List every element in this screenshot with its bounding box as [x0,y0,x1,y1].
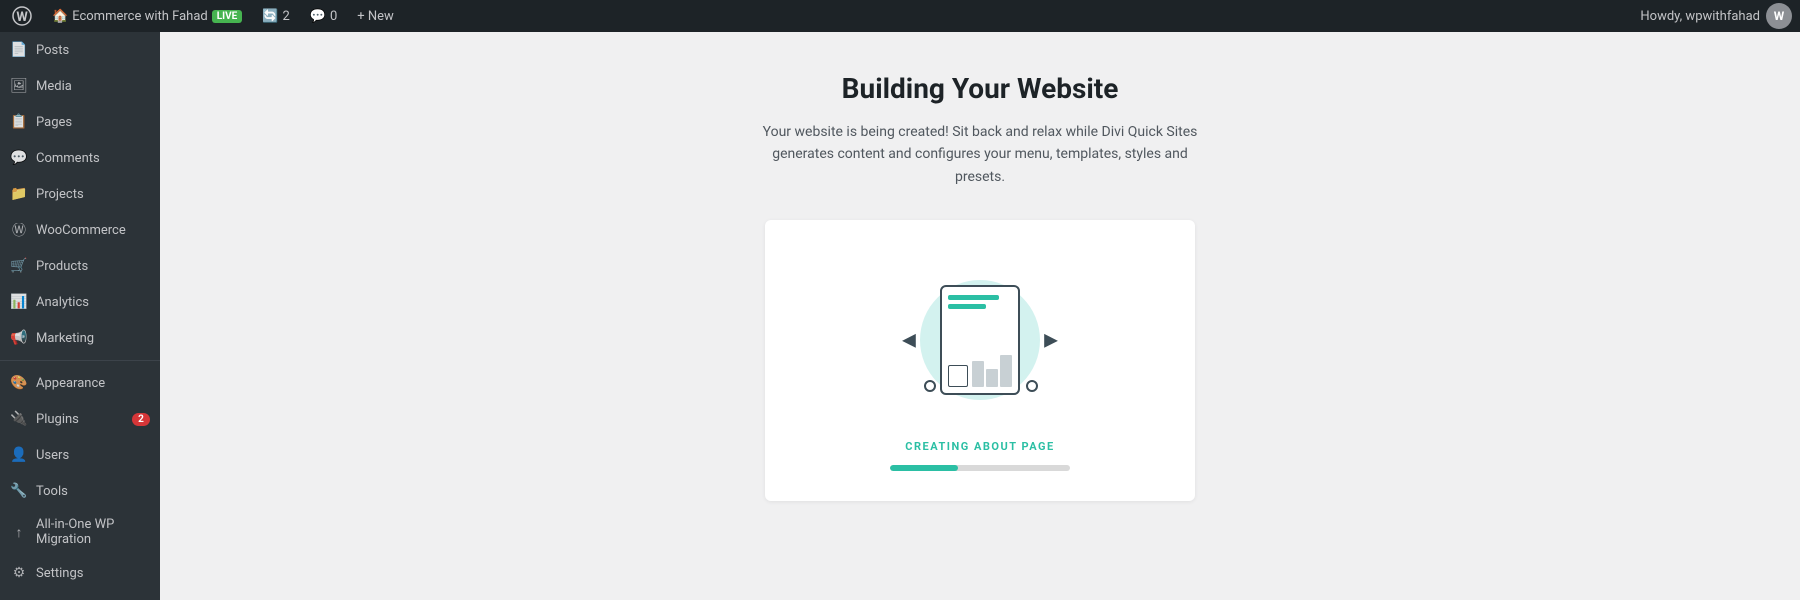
analytics-icon: 📊 [10,293,28,311]
updates-count: 2 [282,9,289,24]
sidebar-item-tools[interactable]: 🔧 Tools [0,473,160,509]
build-card: ◀ ▶ [765,220,1195,501]
sidebar-item-appearance[interactable]: 🎨 Appearance [0,365,160,401]
page-subtitle: Your website is being created! Sit back … [760,121,1200,188]
device-line-1 [948,295,999,300]
sidebar-label-marketing: Marketing [36,331,150,346]
woocommerce-icon: Ⓦ [10,221,28,239]
main-content: Building Your Website Your website is be… [160,32,1800,600]
new-label: + New [357,9,394,24]
comments-count: 0 [330,9,337,24]
arrow-left-icon: ◀ [902,330,916,351]
appearance-icon: 🎨 [10,374,28,392]
new-item[interactable]: + New [349,0,402,32]
sidebar-item-posts[interactable]: 📄 Posts [0,32,160,68]
device-bar-3 [1000,355,1012,387]
device-bar-2 [986,369,998,387]
plugins-icon: 🔌 [10,410,28,428]
tools-icon: 🔧 [10,482,28,500]
svg-text:W: W [16,10,28,25]
users-icon: 👤 [10,446,28,464]
howdy-text: Howdy, wpwithfahad [1640,9,1760,24]
dot-left [924,380,936,392]
sidebar-label-posts: Posts [36,43,150,58]
status-label: CREATING ABOUT PAGE [905,440,1054,453]
products-icon: 🛒 [10,257,28,275]
progress-fill [890,465,958,471]
sidebar-item-woocommerce[interactable]: Ⓦ WooCommerce [0,212,160,248]
avatar[interactable]: W [1766,3,1792,29]
sidebar-item-pages[interactable]: 📋 Pages [0,104,160,140]
sidebar-item-users[interactable]: 👤 Users [0,437,160,473]
progress-bar-wrap [890,465,1070,471]
sidebar-label-plugins: Plugins [36,412,124,427]
sidebar-item-comments[interactable]: 💬 Comments [0,140,160,176]
comments-icon: 💬 [310,9,326,24]
sidebar-item-settings[interactable]: ⚙ Settings [0,555,160,591]
sidebar-label-tools: Tools [36,484,150,499]
sidebar-label-projects: Projects [36,187,150,202]
sidebar-item-products[interactable]: 🛒 Products [0,248,160,284]
sidebar-label-settings: Settings [36,566,150,581]
sidebar-separator [0,360,160,361]
device-bars [972,355,1012,387]
device-frame [940,285,1020,395]
sidebar-item-analytics[interactable]: 📊 Analytics [0,284,160,320]
sidebar-label-allinone: All-in-One WP Migration [36,517,150,547]
sidebar-item-allinone[interactable]: ↑ All-in-One WP Migration [0,509,160,555]
live-badge: Live [212,10,243,23]
sidebar-label-appearance: Appearance [36,376,150,391]
sidebar-label-products: Products [36,259,150,274]
device-bar-1 [972,361,984,387]
sidebar-item-marketing[interactable]: 📢 Marketing [0,320,160,356]
admin-bar: W 🏠 Ecommerce with Fahad Live 🔄 2 💬 0 + … [0,0,1800,32]
projects-icon: 📁 [10,185,28,203]
sidebar-label-pages: Pages [36,115,150,130]
illustration: ◀ ▶ [900,260,1060,420]
site-name-item[interactable]: 🏠 Ecommerce with Fahad Live [44,0,250,32]
pages-icon: 📋 [10,113,28,131]
updates-item[interactable]: 🔄 2 [254,0,298,32]
comments-item[interactable]: 💬 0 [302,0,346,32]
sidebar-label-users: Users [36,448,150,463]
page-title: Building Your Website [842,72,1119,105]
arrow-right-icon: ▶ [1044,330,1058,351]
sidebar-label-comments: Comments [36,151,150,166]
howdy-section: Howdy, wpwithfahad W [1640,3,1792,29]
comments-icon: 💬 [10,149,28,167]
posts-icon: 📄 [10,41,28,59]
updates-icon: 🔄 [262,9,278,24]
media-icon: 🖼 [10,77,28,95]
site-name-label: Ecommerce with Fahad [72,9,208,24]
device-content [948,315,1012,387]
sidebar-label-media: Media [36,79,150,94]
marketing-icon: 📢 [10,329,28,347]
sidebar-item-projects[interactable]: 📁 Projects [0,176,160,212]
device-square-block [948,365,968,387]
sidebar: 📄 Posts 🖼 Media 📋 Pages 💬 Comments 📁 Projects Ⓦ Woo… [0,32,160,600]
device-line-2 [948,304,986,309]
sidebar-label-woocommerce: WooCommerce [36,223,150,238]
sidebar-item-media[interactable]: 🖼 Media [0,68,160,104]
sidebar-item-plugins[interactable]: 🔌 Plugins 2 [0,401,160,437]
settings-icon: ⚙ [10,564,28,582]
sidebar-label-analytics: Analytics [36,295,150,310]
dot-right [1026,380,1038,392]
plugins-badge: 2 [132,413,150,426]
wp-logo-icon[interactable]: W [8,2,36,30]
site-icon: 🏠 [52,9,68,24]
allinone-icon: ↑ [10,523,28,541]
